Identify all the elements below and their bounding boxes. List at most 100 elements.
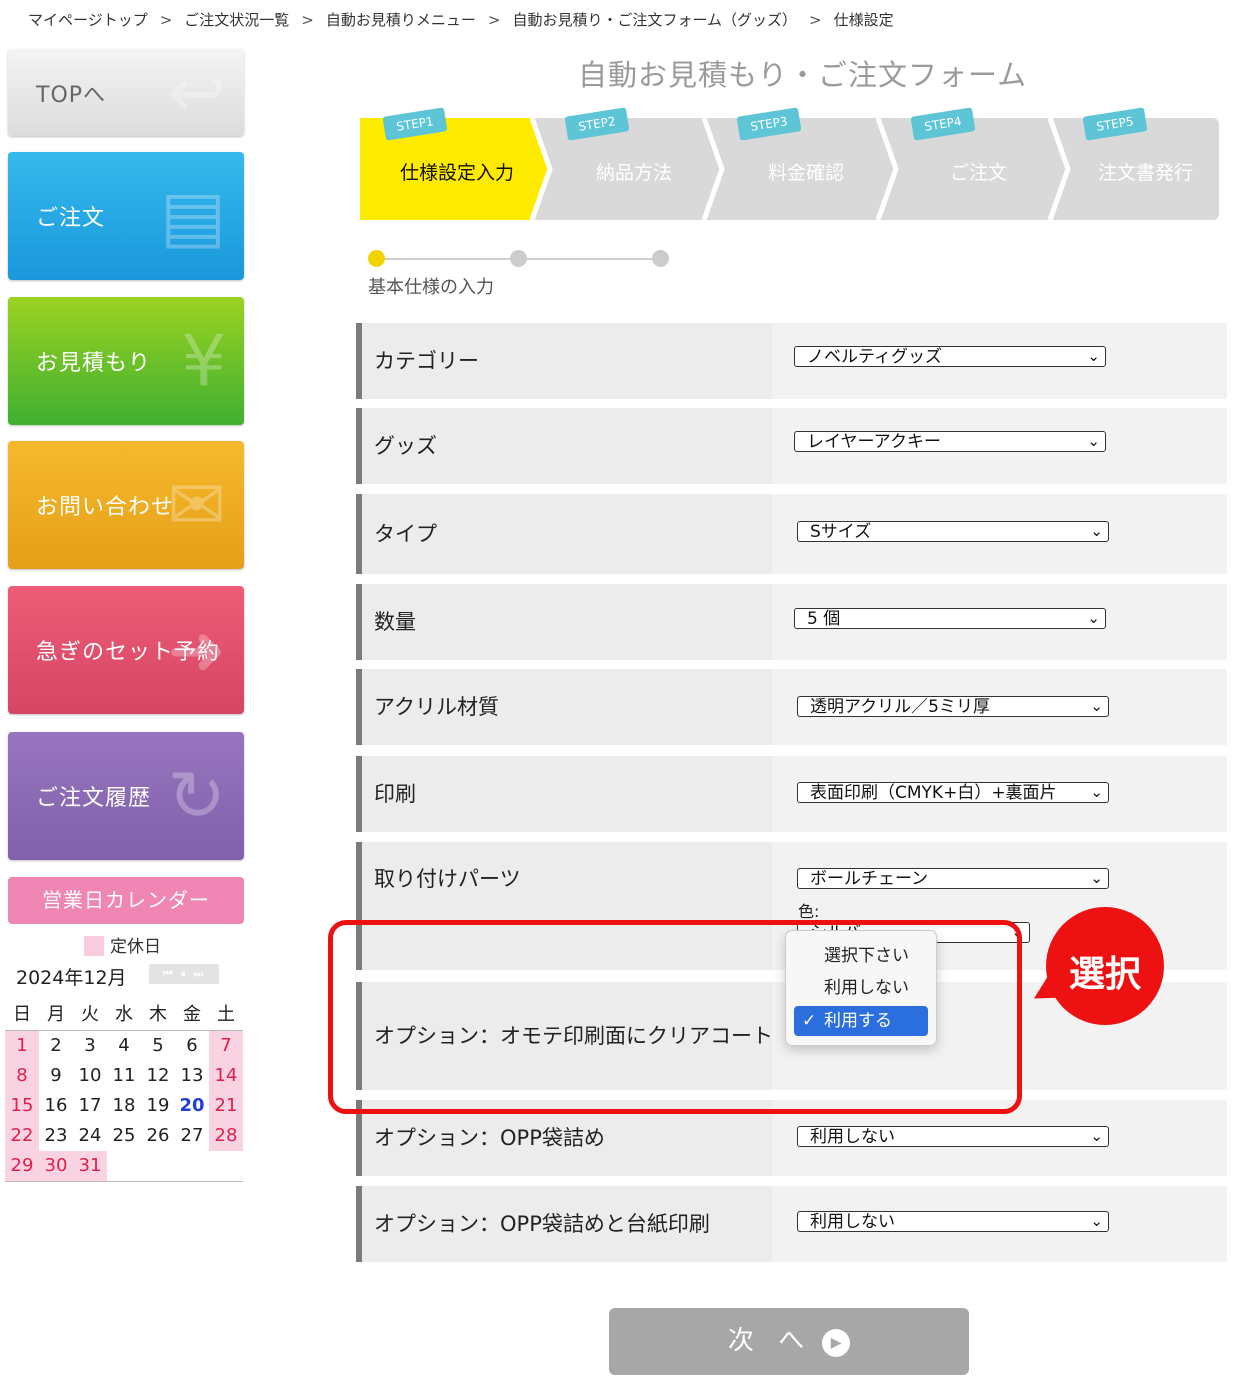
calendar-weekday: 日 xyxy=(13,1004,31,1025)
chevron-down-icon: ⌄ xyxy=(1090,697,1103,715)
form-row-category: カテゴリー ノベルティグッズ ⌄ xyxy=(356,323,1227,399)
step-1-tag: STEP1 xyxy=(382,107,448,141)
step-2-name: 納品方法 xyxy=(596,162,673,184)
chevron-down-icon: ⌄ xyxy=(1087,432,1100,450)
calendar-weekday: 土 xyxy=(217,1004,235,1025)
calendar-day: 11 xyxy=(112,1065,136,1086)
calendar-day: 14 xyxy=(209,1061,243,1091)
calendar-day: 2 xyxy=(50,1035,62,1056)
acrylic-select-value: 透明アクリル／5ミリ厚 xyxy=(810,697,990,717)
type-select-value: Sサイズ xyxy=(810,522,872,542)
next-button[interactable]: 次 へ ▶ xyxy=(609,1308,969,1375)
row-label: カテゴリー xyxy=(374,349,479,373)
play-icon: ▶ xyxy=(822,1329,851,1357)
calendar-weekday-row: 日月火水木金土 xyxy=(5,1000,243,1031)
breadcrumb-mypage[interactable]: マイページトップ xyxy=(28,11,148,29)
calendar-day: 13 xyxy=(180,1065,204,1086)
type-select[interactable]: Sサイズ ⌄ xyxy=(797,521,1109,542)
category-select[interactable]: ノベルティグッズ ⌄ xyxy=(794,346,1106,367)
breadcrumb: マイページトップ > ご注文状況一覧 > 自動お見積りメニュー > 自動お見積り・ご注文フォ… xyxy=(28,9,894,30)
clear-coat-dropdown[interactable]: 選択下さい 利用しない ✓ 利用する xyxy=(785,930,937,1046)
calendar-day: 31 xyxy=(73,1151,107,1181)
breadcrumb-auto-estimate-menu[interactable]: 自動お見積りメニュー xyxy=(326,11,476,29)
calendar-empty-cell xyxy=(175,1151,209,1181)
calendar-title: 営業日カレンダー xyxy=(8,877,244,924)
sidebar-estimate-label: お見積もり xyxy=(36,351,152,376)
sidebar-top-label: TOPへ xyxy=(36,82,107,108)
opp-card-select-value: 利用しない xyxy=(810,1212,895,1232)
dropdown-option[interactable]: 選択下さい xyxy=(794,941,928,971)
calendar-day: 8 xyxy=(5,1061,39,1091)
parts-select-value: ボールチェーン xyxy=(810,869,929,889)
chevron-down-icon: ⌄ xyxy=(1090,522,1103,540)
opp-card-select[interactable]: 利用しない ⌄ xyxy=(797,1211,1109,1232)
calendar-day: 26 xyxy=(146,1125,170,1146)
step-3: STEP3 料金確認 xyxy=(722,107,896,220)
quantity-select[interactable]: 5 個 ⌄ xyxy=(794,608,1106,629)
print-select[interactable]: 表面印刷（CMYK+白）+裏面片 ⌄ xyxy=(797,782,1109,803)
opp-select-value: 利用しない xyxy=(810,1127,895,1147)
calendar-empty-cell xyxy=(209,1151,243,1181)
chevron-down-icon: ⌄ xyxy=(1087,347,1100,365)
dropdown-option[interactable]: 利用しない xyxy=(794,973,928,1003)
calendar-grid: 日月火水木金土 1 2 3 4 5 6 7 8 9 10 11 12 13 14 15 16 17 18 19 20 21… xyxy=(5,1000,243,1181)
sidebar-contact-button[interactable]: ✉ お問い合わせ xyxy=(8,441,244,569)
breadcrumb-order-status[interactable]: ご注文状況一覧 xyxy=(184,11,289,29)
calendar-legend: 定休日 xyxy=(84,932,161,957)
calendar-week-row: 29 30 31 xyxy=(5,1151,243,1181)
sidebar-history-button[interactable]: ↻ ご注文履歴 xyxy=(8,732,244,860)
step-5-tag: STEP5 xyxy=(1082,107,1148,141)
checkmark-icon: ✓ xyxy=(802,1011,817,1031)
breadcrumb-separator: > xyxy=(159,11,173,29)
calendar-empty-cell xyxy=(107,1151,141,1181)
calendar-day: 20 xyxy=(179,1095,205,1116)
form-row-quantity: 数量 5 個 ⌄ xyxy=(356,584,1227,660)
calendar-week-row: 12 3 4 5 67 xyxy=(5,1031,243,1061)
step-1-name: 仕様設定入力 xyxy=(400,162,515,184)
calendar-day: 12 xyxy=(146,1065,170,1086)
calendar-weekday: 木 xyxy=(149,1004,167,1025)
calendar-empty-cell xyxy=(141,1151,175,1181)
breadcrumb-goods-form[interactable]: 自動お見積り・ご注文フォーム（グッズ） xyxy=(512,11,797,29)
calendar-day: 9 xyxy=(50,1065,62,1086)
form-row-acrylic: アクリル材質 透明アクリル／5ミリ厚 ⌄ xyxy=(356,669,1227,745)
sidebar-rush-button[interactable]: ➜ 急ぎのセット予約 xyxy=(8,586,244,714)
page-title: 自動お見積もり・ご注文フォーム xyxy=(578,58,1028,92)
calendar-nav-icon[interactable]: ⏮ ⏸ ⏭ xyxy=(149,964,219,984)
parts-select[interactable]: ボールチェーン ⌄ xyxy=(797,868,1109,889)
step-4: STEP4 ご注文 xyxy=(896,107,1068,220)
calendar-week-row: 15 16 17 18 19 20 21 xyxy=(5,1091,243,1121)
progress-label: 基本仕様の入力 xyxy=(368,277,494,298)
calendar-day: 27 xyxy=(180,1125,204,1146)
calendar-weekday: 水 xyxy=(115,1004,133,1025)
return-arrow-icon: ↩ xyxy=(167,51,226,134)
yen-icon: ¥ xyxy=(181,320,226,402)
annotation-bubble: 選択 xyxy=(1046,907,1164,1025)
form-row-goods: グッズ レイヤーアクキー ⌄ xyxy=(356,408,1227,484)
calendar-weekday: 火 xyxy=(81,1004,99,1025)
annotation-text: 選択 xyxy=(1068,954,1141,995)
sidebar-top-button[interactable]: ↩ TOPへ xyxy=(8,49,244,136)
category-select-value: ノベルティグッズ xyxy=(807,347,942,367)
calendar-day: 17 xyxy=(78,1095,102,1116)
color-label: 色: xyxy=(798,902,820,921)
form-row-print: 印刷 表面印刷（CMYK+白）+裏面片 ⌄ xyxy=(356,756,1227,832)
acrylic-select[interactable]: 透明アクリル／5ミリ厚 ⌄ xyxy=(797,696,1109,717)
sidebar-rush-label: 急ぎのセット予約 xyxy=(36,640,221,665)
calendar-day: 4 xyxy=(118,1035,130,1056)
goods-select[interactable]: レイヤーアクキー ⌄ xyxy=(794,431,1106,452)
sidebar-estimate-button[interactable]: ¥ お見積もり xyxy=(8,297,244,425)
calendar-week-row: 22 23 24 25 26 27 28 xyxy=(5,1121,243,1151)
dropdown-option-selected[interactable]: ✓ 利用する xyxy=(794,1006,928,1036)
opp-select[interactable]: 利用しない ⌄ xyxy=(797,1126,1109,1147)
calendar-day: 24 xyxy=(78,1125,102,1146)
calendar-day: 19 xyxy=(146,1095,170,1116)
step-2-tag: STEP2 xyxy=(564,107,630,141)
breadcrumb-current: 仕様設定 xyxy=(833,11,894,29)
calendar-day: 15 xyxy=(5,1091,39,1121)
row-label: グッズ xyxy=(374,434,437,458)
calendar-day: 7 xyxy=(209,1031,243,1061)
step-2: STEP2 納品方法 xyxy=(550,107,722,220)
calendar-day: 6 xyxy=(186,1035,198,1056)
sidebar-order-button[interactable]: ▤ ご注文 xyxy=(8,152,244,280)
